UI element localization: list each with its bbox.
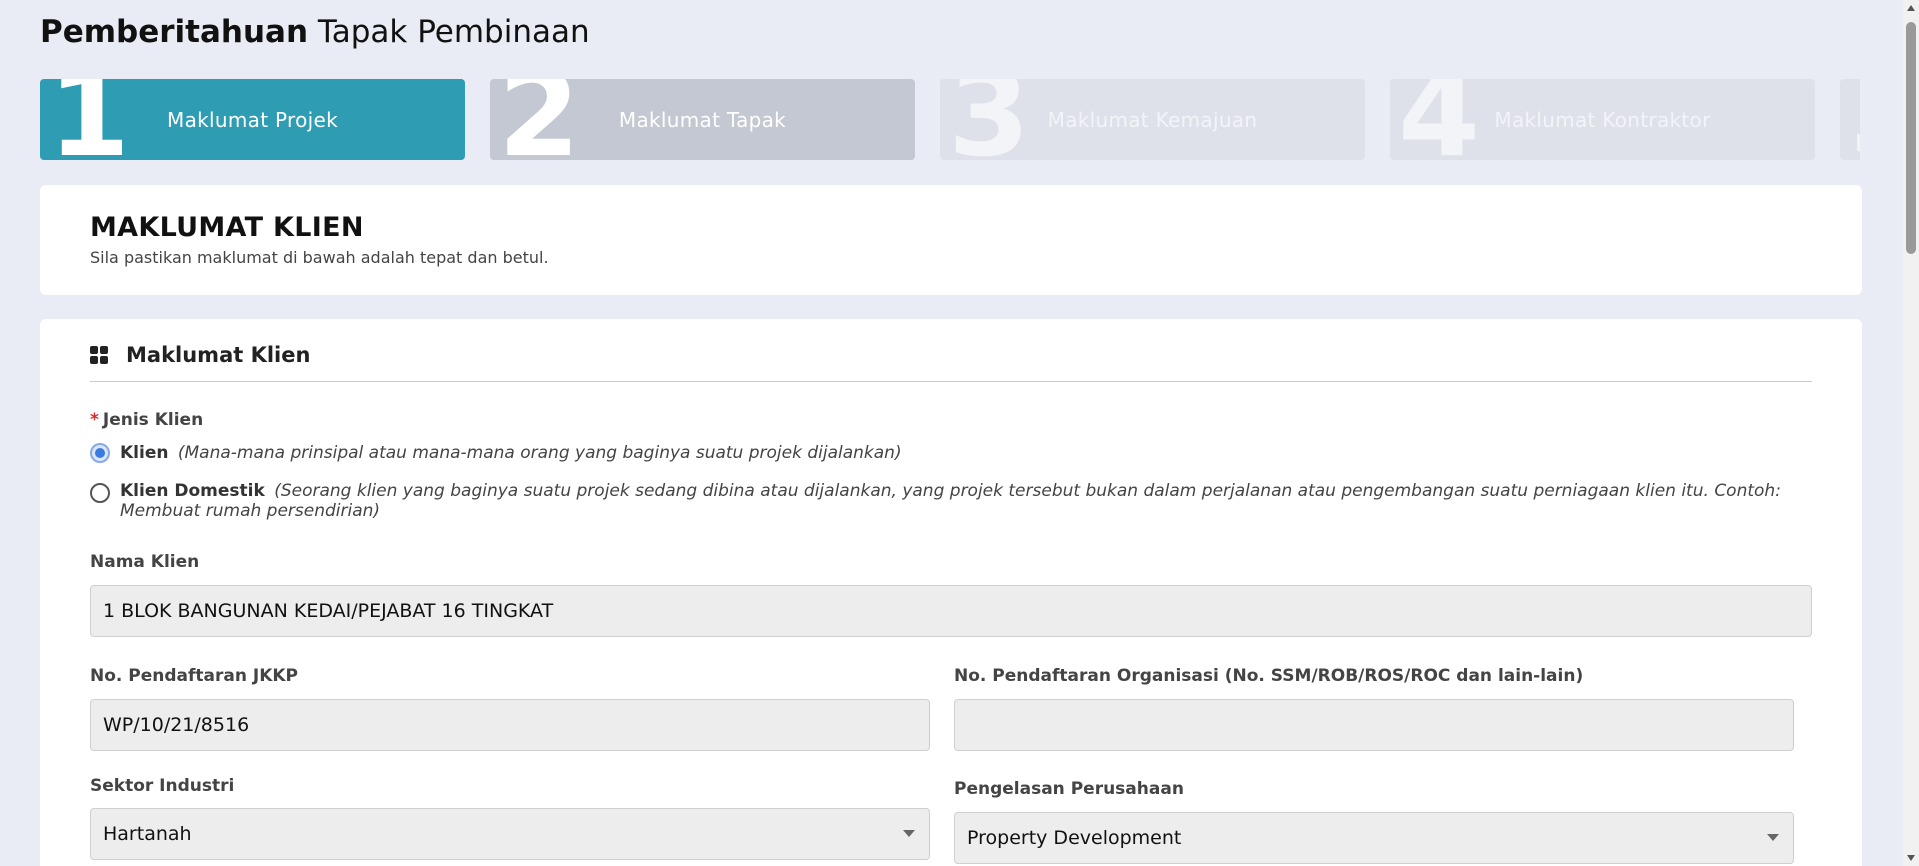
org-no-input[interactable]	[954, 699, 1794, 751]
scrollbar-thumb[interactable]	[1906, 22, 1916, 254]
company-class-select[interactable]: Property Development	[954, 812, 1794, 864]
chevron-down-icon	[1767, 834, 1779, 841]
radio-domestik-close: )	[373, 501, 381, 521]
org-no-label: No. Pendaftaran Organisasi (No. SSM/ROB/…	[954, 666, 1584, 686]
intro-subtitle: Sila pastikan maklumat di bawah adalah t…	[90, 248, 549, 267]
scrollbar[interactable]	[1903, 0, 1919, 866]
radio-klien-title: Klien	[120, 443, 169, 463]
chevron-down-icon	[903, 830, 915, 837]
intro-card: MAKLUMAT KLIEN Sila pastikan maklumat di…	[40, 185, 1862, 295]
intro-title: MAKLUMAT KLIEN	[90, 212, 364, 243]
client-info-card: Maklumat Klien * Jenis Klien Klien (Mana-…	[40, 319, 1862, 866]
radio-klien[interactable]	[90, 443, 110, 463]
company-class-label: Pengelasan Perusahaan	[954, 779, 1184, 799]
radio-option-klien-domestik[interactable]: Klien Domestik (Seorang klien yang bagin…	[90, 481, 1830, 521]
page-title: Pemberitahuan Tapak Pembinaan	[40, 14, 590, 50]
scroll-down-icon[interactable]	[1907, 855, 1915, 861]
client-name-input[interactable]: 1 BLOK BANGUNAN KEDAI/PEJABAT 16 TINGKAT	[90, 585, 1812, 637]
page-title-light: Tapak Pembinaan	[317, 14, 590, 50]
radio-domestik-title: Klien Domestik	[120, 481, 265, 501]
step-5[interactable]: 5	[1840, 79, 1860, 160]
client-type-label-text: Jenis Klien	[102, 410, 204, 430]
scroll-up-icon[interactable]	[1907, 5, 1915, 11]
step-label	[1840, 79, 1860, 160]
jkkp-no-label: No. Pendaftaran JKKP	[90, 666, 299, 686]
step-label: Maklumat Kemajuan	[1047, 107, 1258, 132]
industry-select[interactable]: Hartanah	[90, 808, 930, 860]
company-class-select-value: Property Development	[967, 827, 1182, 849]
radio-option-klien[interactable]: Klien (Mana-mana prinsipal atau mana-man…	[90, 443, 1850, 463]
step-maklumat-projek[interactable]: 1 Maklumat Projek	[40, 79, 465, 160]
radio-domestik-desc: (Seorang klien yang baginya suatu projek…	[274, 481, 1709, 501]
step-maklumat-kontraktor[interactable]: 4 Maklumat Kontraktor	[1390, 79, 1815, 160]
section-title-text: Maklumat Klien	[126, 343, 311, 367]
step-label: Maklumat Kontraktor	[1494, 107, 1711, 132]
jkkp-no-input[interactable]: WP/10/21/8516	[90, 699, 930, 751]
industry-select-value: Hartanah	[103, 823, 192, 845]
client-name-label: Nama Klien	[90, 552, 200, 572]
radio-klien-domestik[interactable]	[90, 483, 110, 503]
wizard-stepper: 1 Maklumat Projek 2 Maklumat Tapak 3 Mak…	[40, 79, 1860, 160]
required-mark: *	[90, 410, 99, 430]
page-title-bold: Pemberitahuan	[40, 14, 309, 50]
step-maklumat-tapak[interactable]: 2 Maklumat Tapak	[490, 79, 915, 160]
section-title: Maklumat Klien	[90, 343, 310, 367]
radio-klien-desc: (Mana-mana prinsipal atau mana-mana oran…	[177, 443, 902, 463]
step-label: Maklumat Tapak	[618, 107, 787, 132]
grid-icon	[90, 346, 108, 364]
section-divider	[90, 381, 1812, 382]
step-maklumat-kemajuan[interactable]: 3 Maklumat Kemajuan	[940, 79, 1365, 160]
step-label: Maklumat Projek	[167, 107, 338, 132]
client-type-label: * Jenis Klien	[90, 410, 203, 430]
industry-label: Sektor Industri	[90, 776, 235, 796]
